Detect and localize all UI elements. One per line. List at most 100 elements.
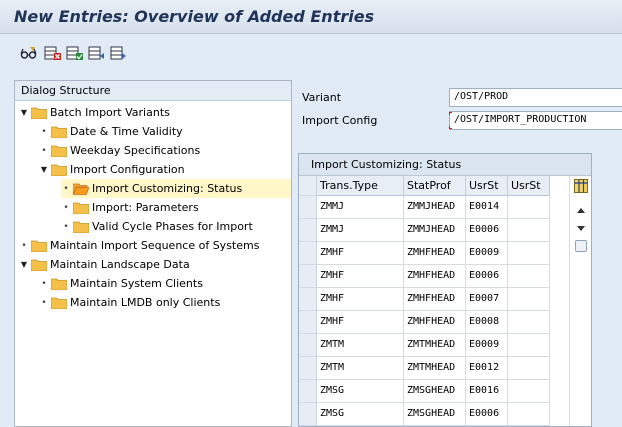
tree-item-batch-import-variants[interactable]: ▼ Batch Import Variants [19, 103, 170, 122]
row-selector[interactable] [299, 288, 317, 311]
tree-item-label: Valid Cycle Phases for Import [92, 220, 253, 233]
tree-item-lmdb-clients[interactable]: • Maintain LMDB only Clients [39, 293, 220, 312]
cell-usrst[interactable]: E0012 [466, 357, 508, 380]
table-vertical-scrollbar[interactable] [569, 176, 591, 426]
cell-statprof[interactable]: ZMHFHEAD [404, 265, 466, 288]
cell-statprof[interactable]: ZMTMHEAD [404, 357, 466, 380]
cell-trans-type[interactable]: ZMMJ [317, 196, 404, 219]
scroll-down-icon[interactable] [577, 226, 585, 231]
folder-icon [51, 126, 67, 138]
cell-statprof[interactable]: ZMHFHEAD [404, 311, 466, 334]
cell-statprof[interactable]: ZMMJHEAD [404, 219, 466, 242]
cell-usrst-2[interactable] [508, 196, 550, 219]
table-delete-icon[interactable] [44, 45, 62, 61]
cell-usrst[interactable]: E0009 [466, 242, 508, 265]
cell-usrst[interactable]: E0006 [466, 403, 508, 426]
cell-usrst-2[interactable] [508, 265, 550, 288]
cell-usrst[interactable]: E0007 [466, 288, 508, 311]
table-prev-icon[interactable] [88, 45, 106, 61]
tree-item-label: Maintain System Clients [70, 277, 203, 290]
column-header-statprof[interactable]: StatProf [404, 176, 466, 196]
row-selector[interactable] [299, 403, 317, 426]
cell-usrst-2[interactable] [508, 357, 550, 380]
expand-triangle-icon[interactable]: ▼ [39, 165, 49, 174]
cell-usrst[interactable]: E0009 [466, 334, 508, 357]
cell-usrst[interactable]: E0016 [466, 380, 508, 403]
cell-trans-type[interactable]: ZMHF [317, 265, 404, 288]
bullet-icon: • [63, 221, 69, 232]
cell-usrst-2[interactable] [508, 288, 550, 311]
row-selector[interactable] [299, 196, 317, 219]
table-save-icon[interactable] [66, 45, 84, 61]
glasses-display-icon[interactable] [20, 45, 38, 61]
tree-item-landscape-data[interactable]: ▼ Maintain Landscape Data [19, 255, 190, 274]
column-header-usrst-2[interactable]: UsrSt [508, 176, 550, 196]
cell-usrst[interactable]: E0014 [466, 196, 508, 219]
cell-usrst[interactable]: E0006 [466, 219, 508, 242]
tree-item-valid-cycle-phases[interactable]: • Valid Cycle Phases for Import [61, 217, 253, 236]
tree-item-import-customizing-status[interactable]: • Import Customizing: Status [61, 179, 291, 198]
table-row[interactable]: ZMSG ZMSGHEAD E0016 [299, 380, 550, 403]
cell-statprof[interactable]: ZMMJHEAD [404, 196, 466, 219]
row-selector[interactable] [299, 334, 317, 357]
table-row[interactable]: ZMHF ZMHFHEAD E0006 [299, 265, 550, 288]
table-next-icon[interactable] [110, 45, 128, 61]
cell-statprof[interactable]: ZMTMHEAD [404, 334, 466, 357]
cell-usrst[interactable]: E0008 [466, 311, 508, 334]
row-selector[interactable] [299, 311, 317, 334]
cell-statprof[interactable]: ZMHFHEAD [404, 242, 466, 265]
scroll-thumb[interactable] [575, 240, 587, 252]
folder-icon [73, 221, 89, 233]
row-selector[interactable] [299, 242, 317, 265]
cell-trans-type[interactable]: ZMHF [317, 311, 404, 334]
cell-usrst-2[interactable] [508, 334, 550, 357]
cell-statprof[interactable]: ZMHFHEAD [404, 288, 466, 311]
cell-usrst-2[interactable] [508, 219, 550, 242]
row-selector[interactable] [299, 380, 317, 403]
tree-item-weekday-specifications[interactable]: • Weekday Specifications [39, 141, 200, 160]
expand-triangle-icon[interactable]: ▼ [19, 260, 29, 269]
tree-item-import-sequence[interactable]: • Maintain Import Sequence of Systems [19, 236, 259, 255]
select-all-cell[interactable] [299, 176, 317, 196]
cell-trans-type[interactable]: ZMMJ [317, 219, 404, 242]
cell-trans-type[interactable]: ZMTM [317, 334, 404, 357]
import-config-field[interactable]: /OST/IMPORT_PRODUCTION [449, 110, 622, 130]
cell-trans-type[interactable]: ZMHF [317, 288, 404, 311]
tree-item-import-configuration[interactable]: ▼ Import Configuration [39, 160, 185, 179]
cell-trans-type[interactable]: ZMSG [317, 403, 404, 426]
table-row[interactable]: ZMSG ZMSGHEAD E0006 [299, 403, 550, 426]
cell-trans-type[interactable]: ZMSG [317, 380, 404, 403]
cell-statprof[interactable]: ZMSGHEAD [404, 403, 466, 426]
cell-usrst-2[interactable] [508, 403, 550, 426]
cell-statprof[interactable]: ZMSGHEAD [404, 380, 466, 403]
table-row[interactable]: ZMTM ZMTMHEAD E0009 [299, 334, 550, 357]
table-settings-icon[interactable] [574, 179, 588, 193]
table-row[interactable]: ZMHF ZMHFHEAD E0008 [299, 311, 550, 334]
expand-triangle-icon[interactable]: ▼ [19, 108, 29, 117]
column-header-usrst[interactable]: UsrSt [466, 176, 508, 196]
table-row[interactable]: ZMHF ZMHFHEAD E0007 [299, 288, 550, 311]
cell-usrst-2[interactable] [508, 242, 550, 265]
tree-item-system-clients[interactable]: • Maintain System Clients [39, 274, 203, 293]
table-row[interactable]: ZMMJ ZMMJHEAD E0014 [299, 196, 550, 219]
table-row[interactable]: ZMHF ZMHFHEAD E0009 [299, 242, 550, 265]
row-selector[interactable] [299, 265, 317, 288]
row-selector[interactable] [299, 219, 317, 242]
cell-usrst[interactable]: E0006 [466, 265, 508, 288]
folder-icon [51, 145, 67, 157]
cell-usrst-2[interactable] [508, 380, 550, 403]
table-row[interactable]: ZMTM ZMTMHEAD E0012 [299, 357, 550, 380]
cell-trans-type[interactable]: ZMTM [317, 357, 404, 380]
dialog-structure-panel: Dialog Structure ▼ Batch Import Variants… [14, 80, 292, 427]
variant-field[interactable]: /OST/PROD [449, 87, 622, 107]
scroll-up-icon[interactable] [577, 208, 585, 213]
table-header-row: Trans.Type StatProf UsrSt UsrSt [299, 176, 550, 196]
bullet-icon: • [41, 145, 47, 156]
cell-usrst-2[interactable] [508, 311, 550, 334]
cell-trans-type[interactable]: ZMHF [317, 242, 404, 265]
row-selector[interactable] [299, 357, 317, 380]
table-row[interactable]: ZMMJ ZMMJHEAD E0006 [299, 219, 550, 242]
column-header-trans-type[interactable]: Trans.Type [317, 176, 404, 196]
tree-item-import-parameters[interactable]: • Import: Parameters [61, 198, 198, 217]
tree-item-date-time-validity[interactable]: • Date & Time Validity [39, 122, 182, 141]
